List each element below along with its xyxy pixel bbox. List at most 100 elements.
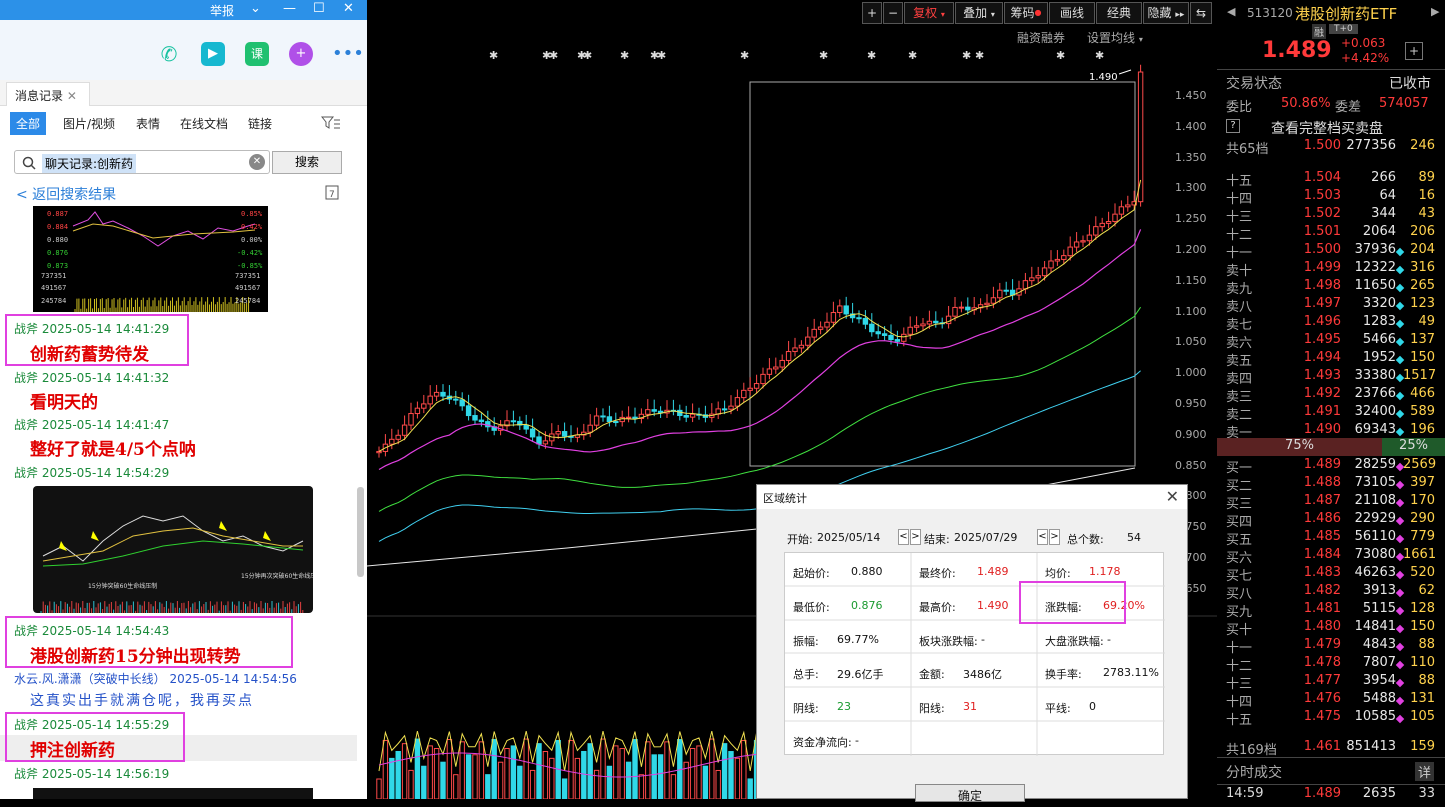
level-volume: 73105 [1354, 475, 1396, 490]
scrollbar[interactable] [357, 487, 364, 577]
candle-body [529, 428, 536, 438]
close-tab-icon[interactable]: ✕ [67, 89, 77, 103]
video-icon[interactable]: ▶ [201, 42, 225, 66]
ticks-label: 分时成交 [1226, 765, 1282, 781]
calendar-icon[interactable]: 7 [325, 184, 339, 200]
candle-body [395, 434, 401, 440]
volume-bar [510, 745, 517, 799]
order-book-row: 十二 1.501 2064 206 [1217, 224, 1445, 243]
weibi-label: 委比 [1226, 100, 1253, 115]
ticks-detail-button[interactable]: 详 [1415, 762, 1435, 781]
stat-value: 0 [1089, 700, 1096, 714]
prev-stock-icon[interactable]: ◀ [1227, 5, 1235, 18]
clear-icon[interactable]: ✕ [249, 154, 265, 170]
weibi-value: 50.86% [1281, 96, 1331, 111]
filter-settings-icon[interactable] [321, 116, 341, 130]
maximize-icon[interactable]: ☐ [313, 1, 325, 16]
candle-body [869, 323, 875, 333]
filter-emoji[interactable]: 表情 [136, 115, 160, 132]
filter-docs[interactable]: 在线文档 [180, 115, 228, 132]
next-stock-icon[interactable]: ▶ [1431, 5, 1439, 18]
start-next-button[interactable]: > [910, 529, 921, 545]
chevron-down-icon[interactable]: ⌄ [250, 1, 261, 16]
candle-body [798, 344, 805, 349]
level-count: 520 [1410, 565, 1435, 580]
level-volume: 69343 [1354, 422, 1396, 437]
candle-body [753, 383, 760, 389]
chart-thumbnail-1[interactable]: 0.887 0.884 0.880 0.876 0.873 737351 491… [33, 206, 268, 312]
candle-body [958, 306, 965, 309]
stat-value: 1.489 [977, 565, 1009, 578]
level-label: 卖二 [1226, 408, 1253, 423]
level-count: 779 [1410, 529, 1435, 544]
more-icon[interactable]: ••• [332, 42, 364, 66]
volume-bar [568, 739, 574, 799]
message-sender: 战斧 2025-05-14 14:54:43 [14, 624, 170, 638]
event-star-icon: ✱ [819, 49, 828, 62]
level-volume: 12322 [1354, 260, 1396, 275]
bid-total-label: 共169档 [1226, 743, 1277, 758]
order-book-row: 卖八 1.497 3320 123 [1217, 296, 1445, 315]
report-link[interactable]: 举报 [210, 2, 234, 19]
back-to-results-link[interactable]: < 返回搜索结果 [16, 184, 116, 204]
count-value: 54 [1127, 531, 1141, 544]
minimize-icon[interactable]: — [283, 1, 296, 16]
candle-body [421, 403, 427, 409]
add-watchlist-button[interactable]: + [1405, 42, 1423, 60]
ok-button[interactable]: 确定 [915, 784, 1025, 803]
level-price: 1.504 [1303, 170, 1341, 185]
level-count: 466 [1410, 386, 1435, 401]
level-label: 卖七 [1226, 318, 1253, 333]
message-sender: 战斧 2025-05-14 14:41:47 [14, 418, 170, 432]
search-input[interactable]: 聊天记录:创新药 ✕ [14, 150, 270, 174]
candle-body [811, 328, 817, 338]
candle-body [1112, 213, 1118, 223]
level-volume: 33380 [1354, 368, 1396, 383]
candle-body [990, 297, 997, 304]
volume-bar [651, 754, 657, 799]
level-volume: 21108 [1354, 493, 1396, 508]
tab-message-history[interactable]: 消息记录 ✕ [6, 82, 90, 106]
stat-value: - [1107, 632, 1111, 646]
start-prev-button[interactable]: < [898, 529, 909, 545]
chart-thumbnail-2[interactable]: 15分钟突破60生命线压制 15分钟再次突破60生命线压制 [33, 486, 313, 613]
level-count: 150 [1410, 619, 1435, 634]
candle-body [689, 413, 696, 418]
candle-body [465, 405, 472, 417]
search-button[interactable]: 搜索 [272, 151, 342, 174]
help-icon[interactable]: ? [1226, 119, 1240, 133]
svg-text:7: 7 [329, 190, 335, 200]
level-volume: 1952 [1362, 350, 1396, 365]
filter-all[interactable]: 全部 [10, 112, 47, 135]
close-icon[interactable]: ✕ [1166, 487, 1179, 506]
level-price: 1.500 [1303, 242, 1341, 257]
filter-links[interactable]: 链接 [248, 115, 272, 132]
level-label: 十三 [1226, 677, 1253, 692]
level-price: 1.478 [1303, 655, 1341, 670]
y-tick-label: 0.850 [1175, 458, 1207, 472]
candle-body [824, 321, 830, 328]
full-book-link[interactable]: 查看完整档买卖盘 [1271, 118, 1383, 138]
end-prev-button[interactable]: < [1037, 529, 1048, 545]
message-sender: 战斧 2025-05-14 14:54:29 [14, 466, 170, 480]
order-book-row: 十四 1.503 64 16 [1217, 188, 1445, 207]
message-text: 创新药蓄势待发 [30, 345, 149, 365]
close-icon[interactable]: ✕ [343, 1, 354, 16]
svg-text:491567: 491567 [41, 284, 66, 292]
chart-thumbnail-3[interactable] [33, 788, 313, 799]
phone-icon[interactable]: ✆ [157, 42, 181, 66]
candle-body [1003, 289, 1009, 292]
level-count: 62 [1418, 583, 1435, 598]
filter-images[interactable]: 图片/视频 [63, 115, 115, 132]
volume-bar [747, 778, 753, 799]
count-label: 总个数: [1067, 533, 1104, 546]
level-label: 十二 [1226, 659, 1253, 674]
level-count: 88 [1418, 637, 1435, 652]
dialog-title: 区域统计 [757, 485, 1187, 509]
message-text: 这真实出手就满仓呢，我再买点 [30, 693, 254, 709]
level-label: 卖九 [1226, 282, 1253, 297]
lesson-icon[interactable]: 课 [245, 42, 269, 66]
add-icon[interactable]: + [289, 42, 313, 66]
end-next-button[interactable]: > [1049, 529, 1060, 545]
level-label: 买五 [1226, 533, 1253, 548]
